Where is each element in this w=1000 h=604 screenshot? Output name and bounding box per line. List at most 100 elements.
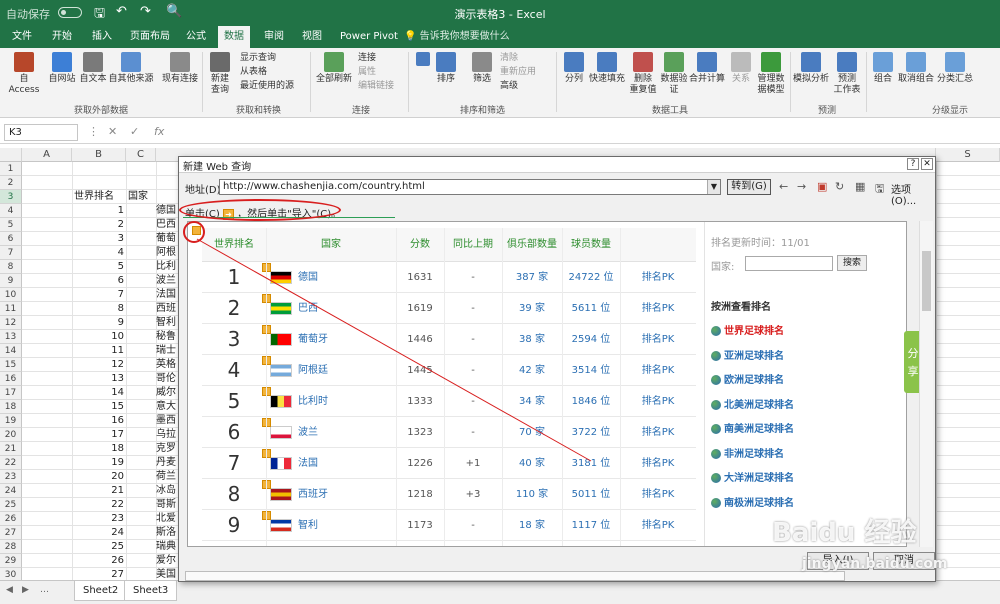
subtotal-button[interactable]: 分类汇总 [936, 52, 974, 85]
clubs-link[interactable]: 39 家 [502, 293, 562, 324]
continent-link[interactable]: 世界足球排名 [711, 322, 784, 337]
country-link[interactable]: 巴西 [298, 293, 396, 324]
cell-country[interactable]: 秘鲁 [156, 330, 180, 344]
hide-icons-icon[interactable]: ▦ [855, 180, 865, 193]
cell-rank[interactable]: 17 [72, 428, 124, 442]
cell-country[interactable]: 哥斯 [156, 498, 180, 512]
clubs-link[interactable]: 40 家 [502, 448, 562, 479]
help-icon[interactable]: ? [907, 158, 919, 170]
country-link[interactable]: 德国 [298, 262, 396, 293]
cell-rank[interactable]: 21 [72, 484, 124, 498]
country-link[interactable]: 西班牙 [298, 479, 396, 510]
tab-file[interactable]: 文件 [6, 26, 38, 48]
sheet-tab-sheet3[interactable]: Sheet3 [124, 581, 178, 601]
pk-link[interactable]: 排名PK [620, 448, 696, 479]
clubs-link[interactable]: 34 家 [502, 386, 562, 417]
row-header[interactable]: 9 [0, 274, 22, 288]
pk-link[interactable]: 排名PK [620, 386, 696, 417]
row-header[interactable]: 29 [0, 554, 22, 568]
cell-rank[interactable]: 10 [72, 330, 124, 344]
enter-icon[interactable]: ✓ [130, 125, 139, 138]
row-header[interactable]: 5 [0, 218, 22, 232]
column-header-a[interactable]: A [22, 148, 72, 162]
relationships-button[interactable]: 关系 [728, 52, 754, 85]
flash-fill-button[interactable]: 快速填充 [588, 52, 626, 85]
remove-duplicates-button[interactable]: 删除 重复值 [628, 52, 658, 96]
tab-insert[interactable]: 插入 [86, 26, 118, 48]
cell-header-rank[interactable]: 世界排名 [74, 190, 126, 204]
refresh-icon[interactable]: ↻ [835, 180, 844, 193]
country-link[interactable]: 阿根廷 [298, 355, 396, 386]
cell-country[interactable]: 美国 [156, 568, 180, 580]
cell-rank[interactable]: 16 [72, 414, 124, 428]
pk-link[interactable]: 排名PK [620, 417, 696, 448]
cell-rank[interactable]: 6 [72, 274, 124, 288]
pk-link[interactable]: 排名PK [620, 324, 696, 355]
address-dropdown-icon[interactable]: ▼ [707, 180, 720, 194]
cancel-icon[interactable]: ✕ [108, 125, 117, 138]
properties-button[interactable]: 属性 [358, 66, 376, 78]
connections-button[interactable]: 连接 [358, 52, 376, 64]
continent-link[interactable]: 亚洲足球排名 [711, 347, 784, 362]
row-header[interactable]: 23 [0, 470, 22, 484]
row-header[interactable]: 12 [0, 316, 22, 330]
row-header[interactable]: 27 [0, 526, 22, 540]
cell-country[interactable]: 巴西 [156, 218, 180, 232]
from-access-button[interactable]: 自 Access [4, 52, 44, 96]
continent-link[interactable]: 非洲足球排名 [711, 445, 784, 460]
from-web-button[interactable]: 自网站 [46, 52, 78, 85]
continent-link[interactable]: 大洋洲足球排名 [711, 469, 794, 484]
tab-formulas[interactable]: 公式 [180, 26, 212, 48]
cell-rank[interactable]: 22 [72, 498, 124, 512]
address-input[interactable]: http://www.chashenjia.com/country.html [219, 179, 721, 195]
cell-country[interactable]: 意大 [156, 400, 180, 414]
advanced-button[interactable]: 高级 [500, 80, 518, 92]
existing-connections-button[interactable]: 现有连接 [160, 52, 200, 85]
pk-link[interactable]: 排名PK [620, 262, 696, 293]
players-link[interactable]: 1846 位 [562, 386, 620, 417]
show-query-button[interactable]: 显示查询 [240, 52, 276, 64]
cell-rank[interactable]: 15 [72, 400, 124, 414]
refresh-all-button[interactable]: 全部刷新 [314, 52, 354, 85]
column-header-c[interactable]: C [126, 148, 156, 162]
cell-country[interactable]: 北爱 [156, 512, 180, 526]
country-link[interactable]: 比利时 [298, 386, 396, 417]
cell-rank[interactable]: 25 [72, 540, 124, 554]
country-link[interactable]: 法国 [298, 448, 396, 479]
continent-link[interactable]: 南美洲足球排名 [711, 420, 794, 435]
cell-rank[interactable]: 3 [72, 232, 124, 246]
clubs-link[interactable]: 18 家 [502, 510, 562, 541]
sheet-tab-sheet2[interactable]: Sheet2 [74, 581, 128, 601]
sort-button[interactable]: 排序 [432, 52, 460, 85]
stop-icon[interactable]: ▣ [817, 180, 827, 193]
players-link[interactable]: 2594 位 [562, 324, 620, 355]
row-header[interactable]: 22 [0, 456, 22, 470]
cell-rank[interactable]: 13 [72, 372, 124, 386]
back-icon[interactable]: ← [779, 180, 788, 193]
tab-page-layout[interactable]: 页面布局 [124, 26, 176, 48]
web-scrollbar[interactable] [919, 221, 933, 547]
pk-link[interactable]: 排名PK [620, 479, 696, 510]
cell-country[interactable]: 英格 [156, 358, 180, 372]
cell-rank[interactable]: 20 [72, 470, 124, 484]
cell-country[interactable]: 哥伦 [156, 372, 180, 386]
cell-rank[interactable]: 7 [72, 288, 124, 302]
tab-review[interactable]: 审阅 [258, 26, 290, 48]
country-link[interactable]: 智利 [298, 510, 396, 541]
cell-country[interactable]: 冰岛 [156, 484, 180, 498]
cell-rank[interactable]: 5 [72, 260, 124, 274]
close-icon[interactable]: ✕ [921, 158, 933, 170]
tell-me-search[interactable]: 💡 告诉我你想要做什么 [404, 26, 510, 48]
country-link[interactable]: 葡萄牙 [298, 324, 396, 355]
pk-link[interactable]: 排名PK [620, 293, 696, 324]
row-header[interactable]: 30 [0, 568, 22, 580]
clubs-link[interactable]: 42 家 [502, 355, 562, 386]
insert-function-icon[interactable]: fx [154, 125, 164, 138]
continent-link[interactable]: 北美洲足球排名 [711, 396, 794, 411]
row-header[interactable]: 20 [0, 428, 22, 442]
cell-country[interactable]: 西班 [156, 302, 180, 316]
more-sheets-icon[interactable]: … [40, 585, 49, 595]
name-box[interactable]: K3 [4, 124, 78, 141]
tab-data[interactable]: 数据 [218, 26, 250, 48]
column-header-s[interactable]: S [936, 148, 1000, 162]
